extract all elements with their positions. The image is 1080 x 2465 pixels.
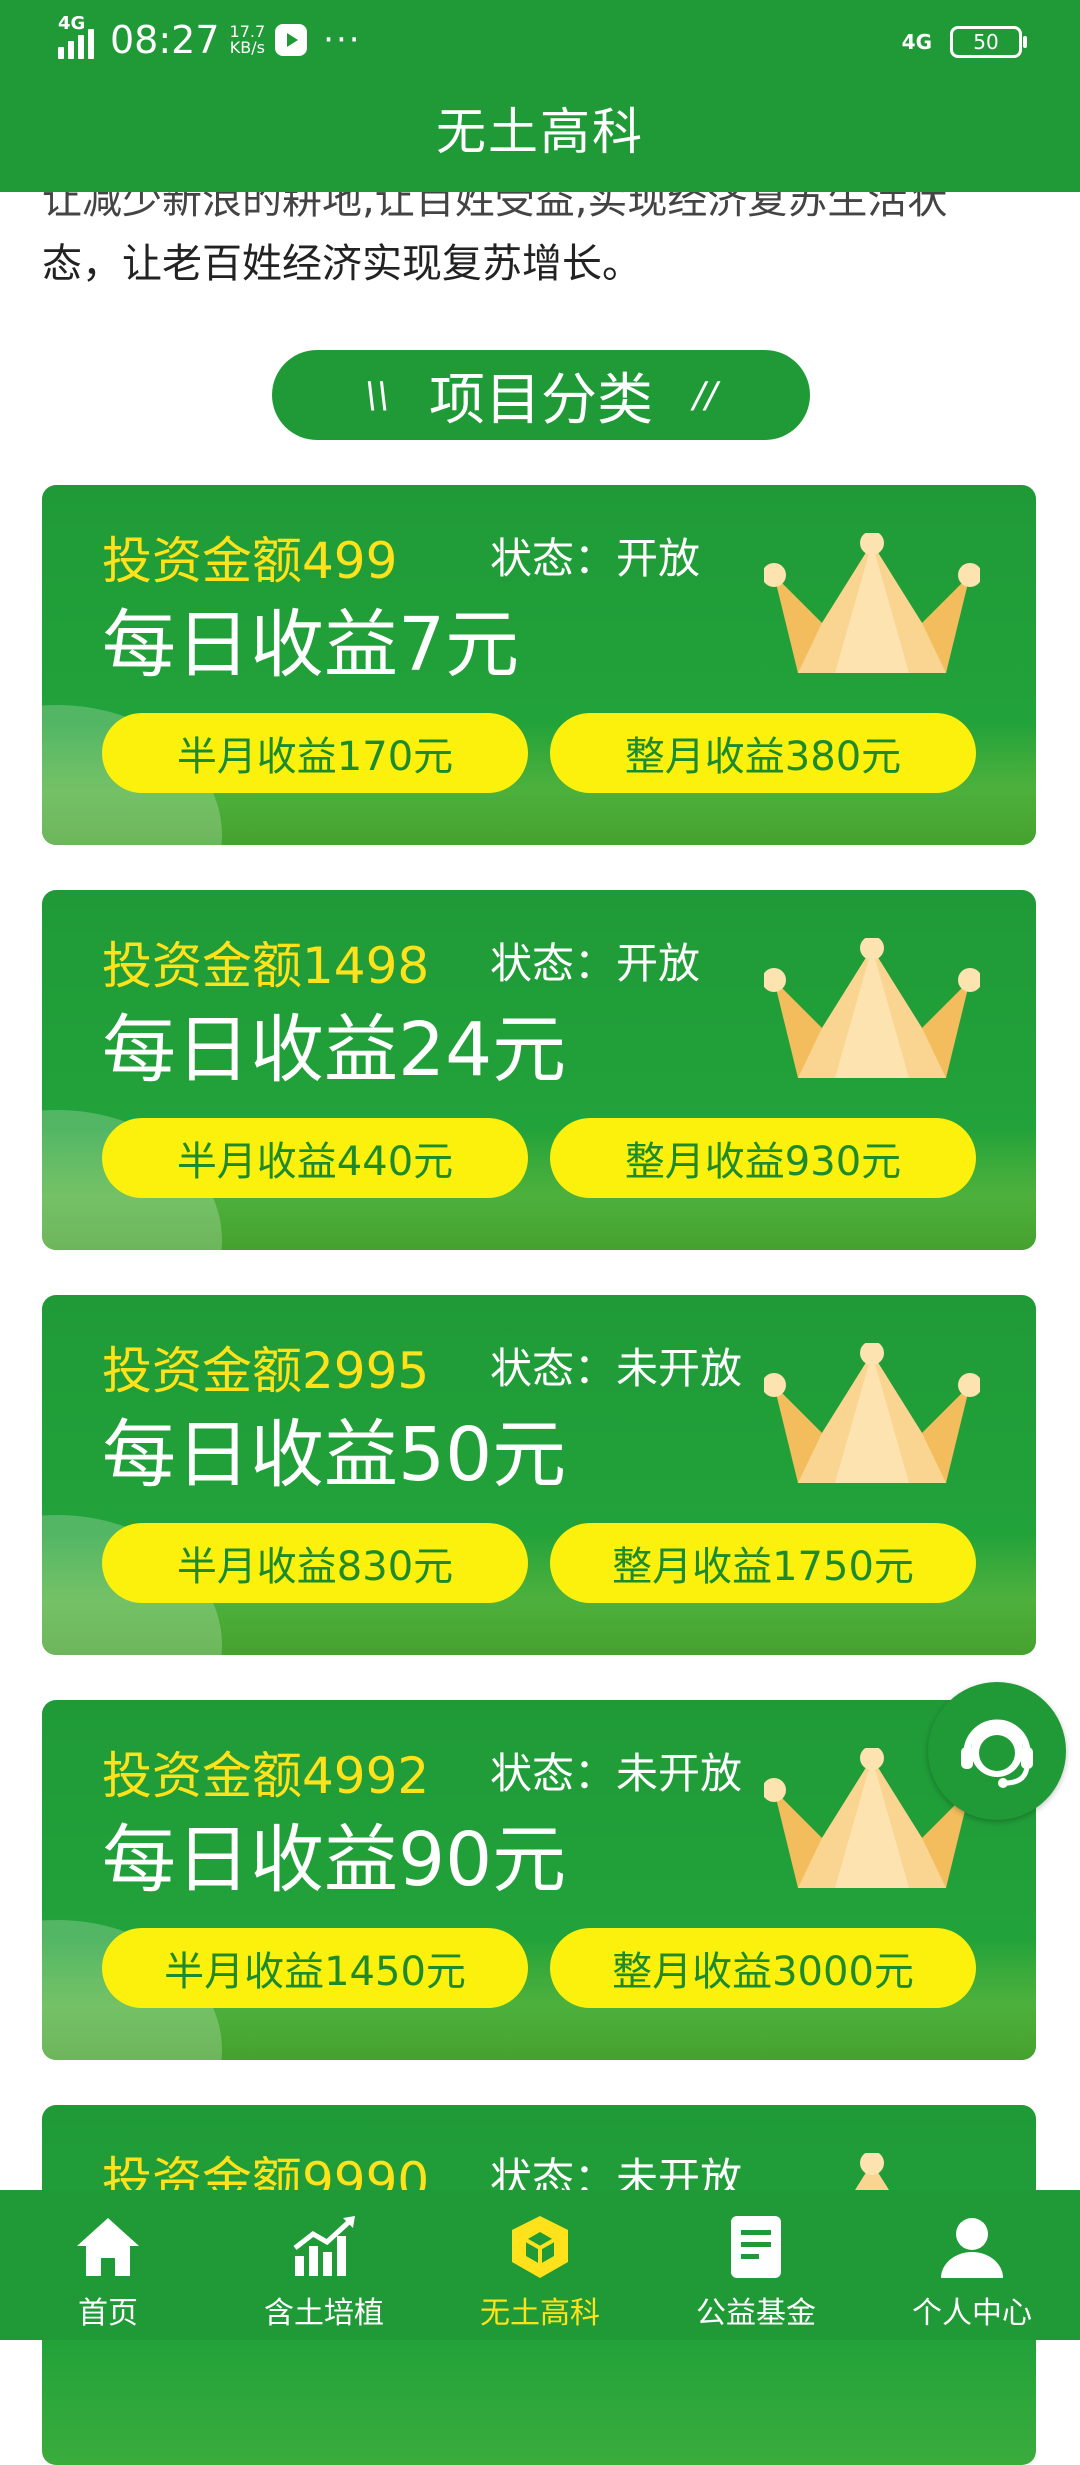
more-notifications-icon: ···	[323, 20, 362, 60]
invest-amount: 投资金额1498	[102, 937, 430, 995]
clock: 08:27	[110, 18, 220, 62]
network-type-right: 4G	[901, 30, 932, 54]
full-month-return-button[interactable]: 整月收益1750元	[550, 1523, 976, 1603]
signal-icon: 4G	[58, 13, 94, 59]
left-deco: \\	[364, 374, 389, 416]
nav-label-home: 首页	[78, 2296, 138, 2331]
play-icon	[275, 24, 308, 56]
status-bar: 4G 08:27 17.7 KB/s ··· 4G 50	[0, 0, 1080, 84]
daily-return: 每日收益90元	[102, 1817, 567, 1903]
project-card[interactable]: 投资金额1498 状态：开放 每日收益24元 半月收益440元 整月收益930元	[42, 890, 1036, 1250]
project-card[interactable]: 投资金额2995 状态：未开放 每日收益50元 半月收益830元 整月收益175…	[42, 1295, 1036, 1655]
project-status: 状态：开放	[490, 939, 701, 988]
nav-item-charity-fund[interactable]: 公益基金	[648, 2190, 864, 2340]
speed-unit: KB/s	[229, 38, 265, 57]
nav-label-profile: 个人中心	[912, 2296, 1032, 2331]
project-card[interactable]: 投资金额499 状态：开放 每日收益7元 半月收益170元 整月收益380元	[42, 485, 1036, 845]
project-status: 状态：未开放	[490, 1344, 743, 1393]
network-speed: 17.7 KB/s	[230, 24, 266, 56]
headset-icon	[961, 1719, 1033, 1788]
invest-amount: 投资金额499	[102, 532, 398, 590]
chart-icon	[289, 2212, 359, 2282]
top-bar: 4G 08:27 17.7 KB/s ··· 4G 50 无土高科	[0, 0, 1080, 192]
network-type-label: 4G	[58, 13, 86, 34]
right-deco: //	[693, 374, 718, 416]
nav-label-charity-fund: 公益基金	[696, 2296, 816, 2331]
project-status: 状态：开放	[490, 534, 701, 583]
half-month-return-button[interactable]: 半月收益1450元	[102, 1928, 528, 2008]
cube-icon	[505, 2212, 575, 2282]
half-month-return-button[interactable]: 半月收益440元	[102, 1118, 528, 1198]
section-title-pill: \\ 项目分类 //	[272, 350, 810, 440]
page-title: 无土高科	[436, 103, 644, 161]
project-card[interactable]: 投资金额4992 状态：未开放 每日收益90元 半月收益1450元 整月收益30…	[42, 1700, 1036, 2060]
invest-amount: 投资金额4992	[102, 1747, 430, 1805]
invest-amount: 投资金额2995	[102, 1342, 430, 1400]
full-month-return-button[interactable]: 整月收益3000元	[550, 1928, 976, 2008]
project-status: 状态：未开放	[490, 1749, 743, 1798]
battery-level: 50	[973, 30, 999, 54]
nav-item-soil-cultivation[interactable]: 含土培植	[216, 2190, 432, 2340]
customer-service-button[interactable]	[928, 1682, 1066, 1820]
home-icon	[73, 2212, 143, 2282]
daily-return: 每日收益50元	[102, 1412, 567, 1498]
user-icon	[937, 2212, 1007, 2282]
daily-return: 每日收益7元	[102, 602, 520, 688]
crown-icon	[764, 1343, 980, 1483]
crown-icon	[764, 533, 980, 673]
daily-return: 每日收益24元	[102, 1007, 567, 1093]
document-icon	[721, 2212, 791, 2282]
bottom-nav: 首页 含土培植 无土高科 公益基金 个人中心	[0, 2190, 1080, 2340]
nav-label-soilless-tech: 无土高科	[480, 2296, 600, 2331]
nav-item-profile[interactable]: 个人中心	[864, 2190, 1080, 2340]
nav-label-soil-cultivation: 含土培植	[264, 2296, 384, 2331]
crown-icon	[764, 938, 980, 1078]
nav-item-home[interactable]: 首页	[0, 2190, 216, 2340]
battery-icon: 50	[950, 26, 1027, 58]
half-month-return-button[interactable]: 半月收益170元	[102, 713, 528, 793]
nav-item-soilless-tech[interactable]: 无土高科	[432, 2190, 648, 2340]
full-month-return-button[interactable]: 整月收益380元	[550, 713, 976, 793]
full-month-return-button[interactable]: 整月收益930元	[550, 1118, 976, 1198]
intro-line: 态，让老百姓经济实现复苏增长。	[42, 241, 642, 287]
section-title: 项目分类	[429, 367, 653, 433]
half-month-return-button[interactable]: 半月收益830元	[102, 1523, 528, 1603]
